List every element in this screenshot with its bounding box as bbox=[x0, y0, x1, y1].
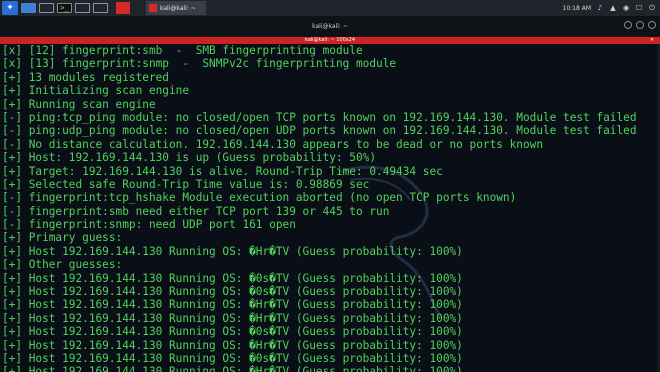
power-icon[interactable]: ⏻ bbox=[648, 4, 656, 12]
top-panel: ✦ >_ kali@kali: ~ 10:18 AM ♪ ▲ ◉ ☐ ⏻ bbox=[0, 0, 660, 16]
terminal-line: [+] Host 192.169.144.130 Running OS: �0s… bbox=[2, 285, 463, 299]
window-titlebar[interactable]: kali@kali: ~ bbox=[0, 16, 660, 37]
terminal-line: [+] Initializing scan engine bbox=[2, 84, 190, 98]
workspace-2[interactable] bbox=[39, 3, 54, 13]
terminal-line: [+] Host: 192.169.144.130 is up (Guess p… bbox=[2, 151, 377, 165]
tab-close-icon[interactable]: ✕ bbox=[650, 37, 654, 44]
terminal-line: [+] Running scan engine bbox=[2, 97, 156, 111]
terminal-line: [-] ping:tcp_ping module: no closed/open… bbox=[2, 110, 637, 124]
terminal-tab[interactable]: kali@kali: ~ 100x24 ✕ bbox=[0, 37, 660, 44]
workspace-3[interactable] bbox=[75, 3, 90, 13]
dragon-icon: ✦ bbox=[6, 3, 14, 13]
terminal-line: [+] Host 192.169.144.130 Running OS: �Hr… bbox=[2, 365, 463, 372]
terminal-line: [+] Target: 192.169.144.130 is alive. Ro… bbox=[2, 164, 443, 178]
workspace-1[interactable] bbox=[21, 3, 36, 13]
terminal-line: [+] Host 192.169.144.130 Running OS: �0s… bbox=[2, 325, 463, 339]
terminal-line: [+] Host 192.169.144.130 Running OS: �0s… bbox=[2, 351, 463, 365]
close-button[interactable] bbox=[648, 21, 656, 29]
terminal-line: [+] Host 192.169.144.130 Running OS: �Hr… bbox=[2, 244, 463, 258]
terminal-line: [+] Host 192.169.144.130 Running OS: �0s… bbox=[2, 271, 463, 285]
terminal-line: [+] 13 modules registered bbox=[2, 70, 169, 84]
terminal-line: [+] Host 192.169.144.130 Running OS: �Hr… bbox=[2, 338, 463, 352]
terminal-app-icon bbox=[149, 4, 157, 12]
terminal-line: [+] Primary guess: bbox=[2, 231, 123, 245]
system-tray: 10:18 AM ♪ ▲ ◉ ☐ ⏻ bbox=[563, 0, 656, 16]
terminal-line: [+] Host 192.169.144.130 Running OS: �Hr… bbox=[2, 298, 463, 312]
terminal-line: [-] ping:udp_ping module: no closed/open… bbox=[2, 124, 637, 138]
terminal-line: [-] fingerprint:smb need either TCP port… bbox=[2, 204, 390, 218]
network-icon[interactable]: ▲ bbox=[609, 4, 617, 12]
terminal-line: [+] Other guesses: bbox=[2, 258, 123, 272]
kali-menu-button[interactable]: ✦ bbox=[2, 1, 18, 15]
terminal-line: [-] fingerprint:snmp: need UDP port 161 … bbox=[2, 218, 296, 232]
terminal-line: [-] No distance calculation. 192.169.144… bbox=[2, 137, 543, 151]
window-title: kali@kali: ~ bbox=[312, 23, 348, 30]
workspace-4[interactable] bbox=[93, 3, 108, 13]
taskbar-item-label: kali@kali: ~ bbox=[160, 4, 196, 12]
terminal-line: [x] [12] fingerprint:smb - SMB fingerpri… bbox=[2, 44, 363, 57]
notification-icon[interactable]: ◉ bbox=[622, 4, 630, 12]
volume-icon[interactable]: ♪ bbox=[596, 4, 604, 12]
tab-title: kali@kali: ~ 100x24 bbox=[304, 37, 356, 43]
taskbar-item-terminal[interactable]: kali@kali: ~ bbox=[146, 1, 206, 15]
minimize-button[interactable] bbox=[624, 21, 632, 29]
maximize-button[interactable] bbox=[636, 21, 644, 29]
terminal-line: [-] fingerprint:tcp_hshake Module execut… bbox=[2, 191, 517, 205]
terminal-line: [+] Selected safe Round-Trip Time value … bbox=[2, 177, 370, 191]
lock-icon[interactable]: ☐ bbox=[635, 4, 643, 12]
browser-launcher[interactable] bbox=[116, 2, 130, 14]
window-controls bbox=[624, 21, 656, 29]
terminal-launcher[interactable]: >_ bbox=[57, 3, 72, 13]
terminal-line: [x] [13] fingerprint:snmp - SNMPv2c fing… bbox=[2, 57, 397, 71]
clock[interactable]: 10:18 AM bbox=[563, 5, 591, 12]
terminal-line: [+] Host 192.169.144.130 Running OS: �Hr… bbox=[2, 311, 463, 325]
terminal-lines: [x] [12] fingerprint:smb - SMB fingerpri… bbox=[2, 44, 637, 372]
terminal-icon: >_ bbox=[60, 4, 69, 12]
terminal-output[interactable]: [x] [12] fingerprint:smb - SMB fingerpri… bbox=[0, 44, 660, 372]
